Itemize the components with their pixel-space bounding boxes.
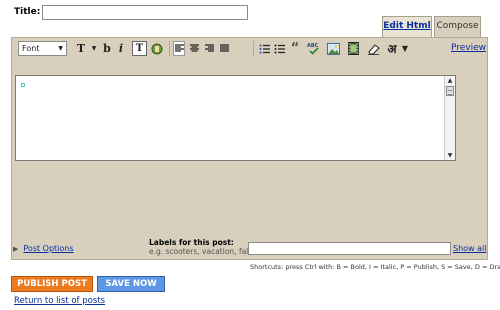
- title-label: Title:: [14, 7, 41, 17]
- align-right-icon[interactable]: [203, 40, 215, 57]
- tab-edit-html[interactable]: Edit Html: [382, 16, 432, 37]
- scroll-down-icon[interactable]: ▼: [445, 151, 455, 160]
- editor-scrollbar[interactable]: ▲ ▼: [444, 76, 455, 160]
- transliterate-icon[interactable]: अ: [385, 40, 399, 57]
- tab-edit-html-label: Edit Html: [383, 21, 431, 31]
- font-select-label: Font: [22, 44, 40, 53]
- preview-link[interactable]: Preview: [451, 43, 486, 53]
- save-now-button[interactable]: SAVE NOW: [97, 276, 165, 292]
- shortcuts-hint: Shortcuts: press Ctrl with: B = Bold, I …: [250, 263, 500, 271]
- spellcheck-icon[interactable]: ABC: [307, 40, 321, 57]
- labels-input[interactable]: [248, 242, 451, 255]
- ordered-list-icon[interactable]: [258, 40, 270, 57]
- align-center-icon[interactable]: [188, 40, 200, 57]
- scroll-up-icon[interactable]: ▲: [445, 76, 455, 85]
- post-options-bar: ▶ Post Options Labels for this post: e.g…: [11, 238, 488, 260]
- post-options-toggle[interactable]: ▶ Post Options: [13, 244, 74, 253]
- font-size-icon[interactable]: T: [72, 40, 90, 57]
- bold-icon[interactable]: b: [101, 40, 113, 57]
- return-to-posts-link[interactable]: Return to list of posts: [14, 296, 105, 306]
- text-color-icon[interactable]: T: [132, 41, 147, 56]
- chevron-down-icon: ▼: [58, 45, 63, 52]
- align-justify-icon[interactable]: [218, 40, 230, 57]
- chevron-down-icon[interactable]: ▼: [400, 40, 410, 57]
- remove-formatting-icon[interactable]: [366, 40, 380, 57]
- show-all-link[interactable]: Show all: [453, 244, 486, 253]
- editor-frame: Font ▼ T ▼ b i T “ ABC अ ▼ Preview ▲ ▼: [11, 37, 488, 260]
- tab-compose[interactable]: Compose: [434, 16, 481, 37]
- labels-caption: Labels for this post: e.g. scooters, vac…: [149, 238, 250, 256]
- toolbar-divider: [253, 41, 254, 56]
- blockquote-icon[interactable]: “: [289, 40, 301, 57]
- toolbar-divider: [169, 41, 170, 56]
- post-options-link[interactable]: Post Options: [23, 244, 73, 253]
- insert-image-icon[interactable]: [326, 40, 340, 57]
- align-left-icon[interactable]: [173, 41, 185, 56]
- highlight-icon[interactable]: [149, 40, 164, 57]
- scrollbar-thumb[interactable]: [446, 86, 454, 96]
- italic-icon[interactable]: i: [115, 40, 127, 57]
- font-select[interactable]: Font ▼: [18, 41, 67, 56]
- formatting-toolbar: Font ▼ T ▼ b i T “ ABC अ ▼ Preview: [15, 40, 486, 57]
- text-cursor: [21, 83, 25, 87]
- labels-title: Labels for this post:: [149, 238, 234, 247]
- insert-video-icon[interactable]: [347, 40, 359, 57]
- unordered-list-icon[interactable]: [273, 40, 285, 57]
- title-input[interactable]: [42, 5, 248, 20]
- labels-hint: e.g. scooters, vacation, fall: [149, 247, 251, 256]
- chevron-down-icon[interactable]: ▼: [90, 40, 98, 57]
- post-body-editor[interactable]: ▲ ▼: [15, 75, 456, 161]
- shortcuts-text: Shortcuts: press Ctrl with: B = Bold, I …: [250, 263, 500, 271]
- expand-triangle-icon: ▶: [13, 244, 19, 253]
- publish-post-button[interactable]: PUBLISH POST: [11, 276, 93, 292]
